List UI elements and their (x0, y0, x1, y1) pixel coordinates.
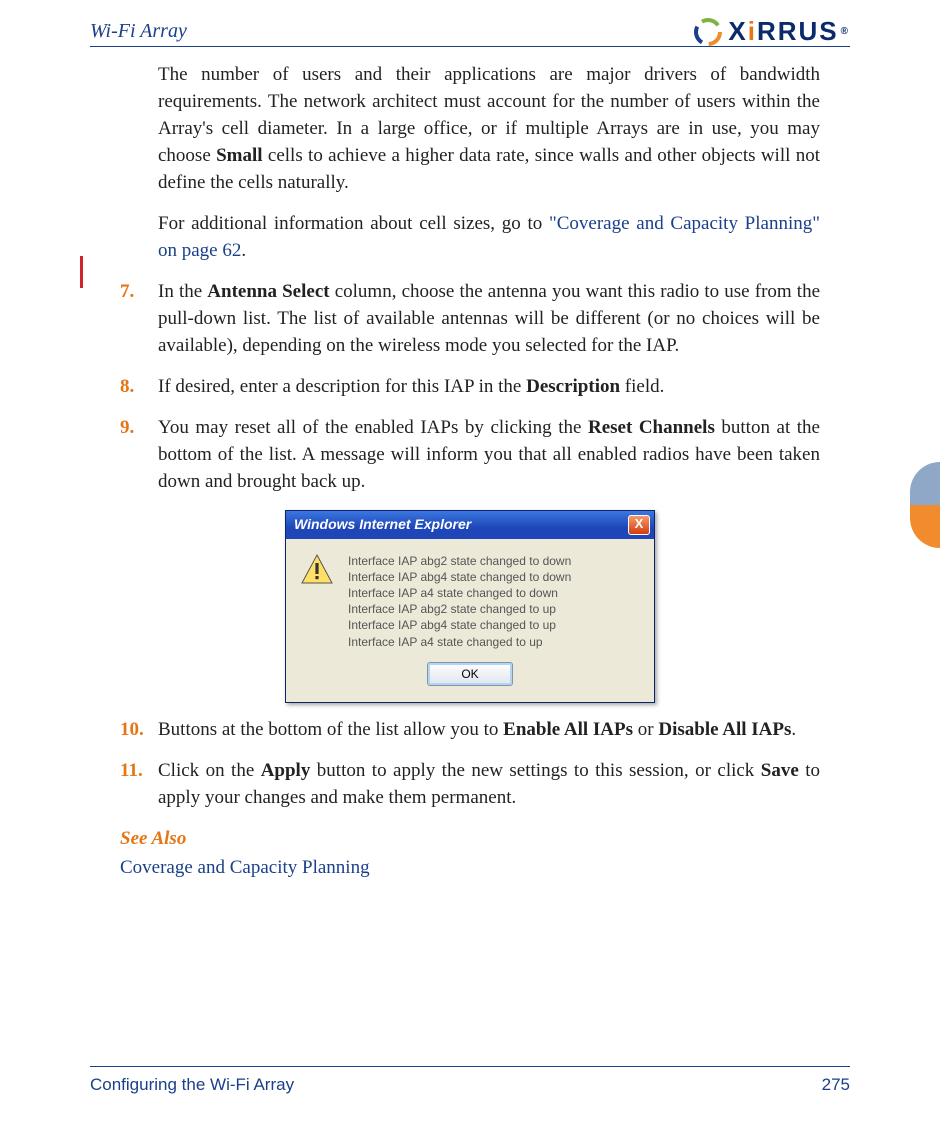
intro-block: The number of users and their applicatio… (158, 62, 820, 265)
intro-para-1: The number of users and their applicatio… (158, 62, 820, 197)
step-number: 9. (120, 415, 158, 496)
ie-dialog: Windows Internet Explorer X Interface IA… (285, 510, 655, 703)
page-number: 275 (822, 1075, 850, 1095)
bold-small: Small (216, 145, 262, 166)
step-body: If desired, enter a description for this… (158, 374, 820, 401)
bold-antenna-select: Antenna Select (207, 281, 329, 302)
logo-text-i: i (748, 16, 757, 47)
dialog-line: Interface IAP abg2 state changed to up (348, 601, 571, 617)
step-body: Buttons at the bottom of the list allow … (158, 717, 820, 744)
dialog-figure: Windows Internet Explorer X Interface IA… (120, 510, 820, 703)
header-title: Wi-Fi Array (90, 20, 187, 43)
footer-rule (90, 1066, 850, 1067)
bold-reset-channels: Reset Channels (588, 417, 715, 438)
brand-logo: XiRRUS ® (694, 16, 850, 47)
page: Wi-Fi Array XiRRUS ® The number of users… (0, 0, 940, 1137)
step-10: 10. Buttons at the bottom of the list al… (120, 717, 820, 744)
text: For additional information about cell si… (158, 213, 549, 234)
dialog-message: Interface IAP abg2 state changed to down… (348, 553, 571, 650)
ok-button[interactable]: OK (427, 662, 513, 686)
warning-icon (300, 553, 334, 587)
step-body: You may reset all of the enabled IAPs by… (158, 415, 820, 496)
change-bar (80, 256, 83, 288)
text: or (633, 719, 658, 740)
dialog-titlebar: Windows Internet Explorer X (286, 511, 654, 539)
close-icon[interactable]: X (628, 515, 650, 535)
text: button to apply the new settings to this… (310, 760, 760, 781)
logo-text: XiRRUS ® (728, 16, 850, 47)
bold-enable-all: Enable All IAPs (503, 719, 633, 740)
text: If desired, enter a description for this… (158, 376, 526, 397)
dialog-body: Interface IAP abg2 state changed to down… (286, 539, 654, 656)
dialog-line: Interface IAP a4 state changed to up (348, 634, 571, 650)
see-also-heading: See Also (120, 826, 820, 853)
text: . (791, 719, 796, 740)
step-number: 7. (120, 279, 158, 360)
dialog-line: Interface IAP abg4 state changed to up (348, 617, 571, 633)
dialog-button-row: OK (286, 656, 654, 702)
step-body: In the Antenna Select column, choose the… (158, 279, 820, 360)
bold-save: Save (761, 760, 799, 781)
text: In the (158, 281, 207, 302)
step-body: Click on the Apply button to apply the n… (158, 758, 820, 812)
bold-disable-all: Disable All IAPs (658, 719, 791, 740)
logo-text-post: RRUS (757, 16, 839, 47)
page-header: Wi-Fi Array XiRRUS ® (90, 10, 850, 47)
registered-icon: ® (841, 26, 850, 37)
step-number: 8. (120, 374, 158, 401)
text: field. (620, 376, 664, 397)
step-7: 7. In the Antenna Select column, choose … (120, 279, 820, 360)
text: Buttons at the bottom of the list allow … (158, 719, 503, 740)
logo-swirl-icon (694, 18, 722, 46)
bold-apply: Apply (261, 760, 311, 781)
dialog-line: Interface IAP abg2 state changed to down (348, 553, 571, 569)
step-number: 11. (120, 758, 158, 812)
step-number: 10. (120, 717, 158, 744)
dialog-line: Interface IAP a4 state changed to down (348, 585, 571, 601)
intro-para-2: For additional information about cell si… (158, 211, 820, 265)
step-8: 8. If desired, enter a description for t… (120, 374, 820, 401)
header-rule (90, 46, 850, 47)
step-list-continued: 10. Buttons at the bottom of the list al… (120, 717, 820, 812)
bold-description: Description (526, 376, 620, 397)
step-list: 7. In the Antenna Select column, choose … (120, 279, 820, 496)
see-also-link[interactable]: Coverage and Capacity Planning (120, 855, 820, 882)
step-9: 9. You may reset all of the enabled IAPs… (120, 415, 820, 496)
text: You may reset all of the enabled IAPs by… (158, 417, 588, 438)
dialog-line: Interface IAP abg4 state changed to down (348, 569, 571, 585)
side-tab-icon (910, 462, 940, 548)
text: . (241, 240, 246, 261)
page-footer: Configuring the Wi-Fi Array 275 (90, 1075, 850, 1095)
footer-section: Configuring the Wi-Fi Array (90, 1075, 294, 1095)
dialog-title: Windows Internet Explorer (294, 515, 471, 535)
logo-text-pre: X (728, 16, 747, 47)
step-11: 11. Click on the Apply button to apply t… (120, 758, 820, 812)
text: Click on the (158, 760, 261, 781)
content: The number of users and their applicatio… (120, 62, 820, 1037)
